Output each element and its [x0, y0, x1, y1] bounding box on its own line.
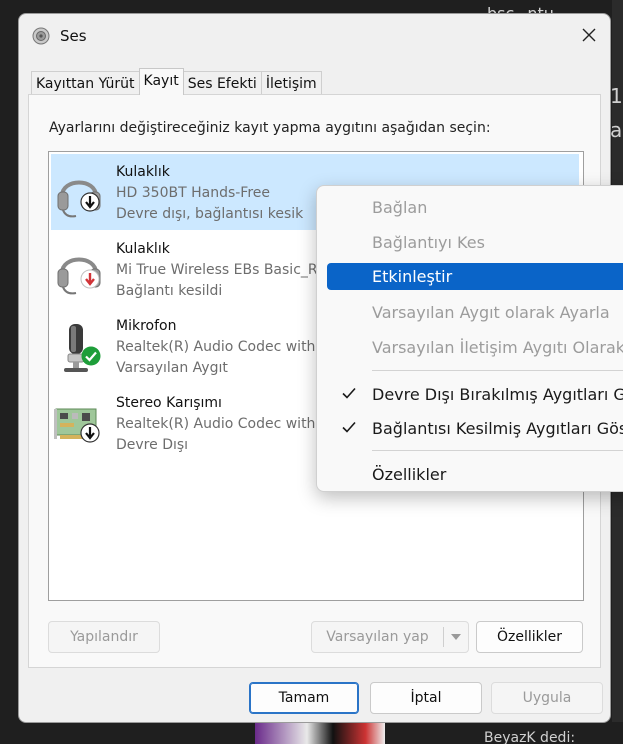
- menu-item-disconnect[interactable]: Bağlantıyı Kes: [327, 229, 623, 256]
- checkmark-icon: [342, 421, 356, 433]
- menu-item-label: Bağlantısı Kesilmiş Aygıtları Göst: [372, 419, 623, 438]
- close-button[interactable]: [574, 20, 604, 50]
- headset-icon: [54, 166, 104, 226]
- menu-item-label: Devre Dışı Bırakılmış Aygıtları Gös: [372, 385, 623, 404]
- set-default-button[interactable]: Varsayılan yap: [312, 622, 443, 652]
- disabled-badge-icon: [80, 423, 100, 443]
- background-avatar-image: [255, 722, 385, 744]
- set-default-split-button[interactable]: Varsayılan yap: [311, 621, 469, 653]
- menu-item-set-default-device[interactable]: Varsayılan Aygıt olarak Ayarla: [327, 299, 623, 326]
- menu-item-set-default-comm-device[interactable]: Varsayılan İletişim Aygıtı Olarak A: [327, 334, 623, 361]
- device-status: Devre dışı, bağlantısı kesik: [116, 206, 304, 222]
- speaker-icon: [32, 27, 50, 44]
- menu-item-enable[interactable]: Etkinleştir: [327, 263, 623, 290]
- menu-item-show-disconnected-devices[interactable]: Bağlantısı Kesilmiş Aygıtları Göst: [327, 415, 623, 442]
- background-text-right-1: 10: [610, 84, 623, 108]
- checkmark-icon: [342, 387, 356, 399]
- device-status: Devre Dışı: [116, 437, 189, 453]
- background-text-right-2: ar: [610, 118, 623, 142]
- device-model: Mi True Wireless EBs Basic_R: [116, 262, 318, 278]
- device-name: Kulaklık: [116, 164, 170, 180]
- tab-communications[interactable]: İletişim: [260, 71, 322, 95]
- device-model: Realtek(R) Audio Codec with T: [116, 339, 329, 355]
- menu-item-connect[interactable]: Bağlan: [327, 194, 623, 221]
- tab-strip: Kayıttan Yürüt Kayıt Ses Efekti İletişim: [31, 68, 322, 95]
- properties-button[interactable]: Özellikler: [476, 621, 583, 653]
- ok-button[interactable]: Tamam: [249, 682, 359, 714]
- chevron-down-icon: [451, 634, 461, 640]
- background-username: BeyazK dedi:: [484, 730, 576, 744]
- disabled-badge-icon: [80, 192, 100, 212]
- menu-item-show-disabled-devices[interactable]: Devre Dışı Bırakılmış Aygıtları Gös: [327, 381, 623, 408]
- device-model: Realtek(R) Audio Codec with T: [116, 416, 329, 432]
- menu-separator: [372, 450, 623, 451]
- tab-recording[interactable]: Kayıt: [138, 68, 184, 95]
- device-name: Mikrofon: [116, 318, 177, 334]
- microphone-icon: [54, 320, 104, 380]
- device-status: Bağlantı kesildi: [116, 283, 223, 299]
- sound-card-icon: [54, 397, 104, 457]
- device-status: Varsayılan Aygıt: [116, 360, 228, 376]
- device-model: HD 350BT Hands-Free: [116, 185, 271, 201]
- tab-playback[interactable]: Kayıttan Yürüt: [31, 71, 140, 95]
- device-name: Kulaklık: [116, 241, 170, 257]
- close-icon: [582, 28, 596, 42]
- title-bar[interactable]: Ses: [19, 14, 610, 57]
- default-check-badge-icon: [81, 346, 101, 366]
- window-title: Ses: [60, 26, 87, 45]
- device-name: Stereo Karışımı: [116, 395, 222, 411]
- cancel-button[interactable]: İptal: [370, 682, 482, 714]
- headset-icon: [54, 243, 104, 303]
- menu-separator: [372, 370, 623, 371]
- tab-sound-effects[interactable]: Ses Efekti: [182, 71, 262, 95]
- apply-button[interactable]: Uygula: [491, 682, 603, 714]
- device-context-menu: Bağlan Bağlantıyı Kes Etkinleştir Varsay…: [316, 185, 623, 492]
- instruction-text: Ayarlarını değiştireceğiniz kayıt yapma …: [49, 120, 491, 136]
- set-default-dropdown[interactable]: [444, 622, 468, 652]
- menu-item-properties[interactable]: Özellikler: [327, 461, 623, 488]
- configure-button[interactable]: Yapılandır: [48, 621, 160, 653]
- disconnected-badge-icon: [80, 269, 100, 289]
